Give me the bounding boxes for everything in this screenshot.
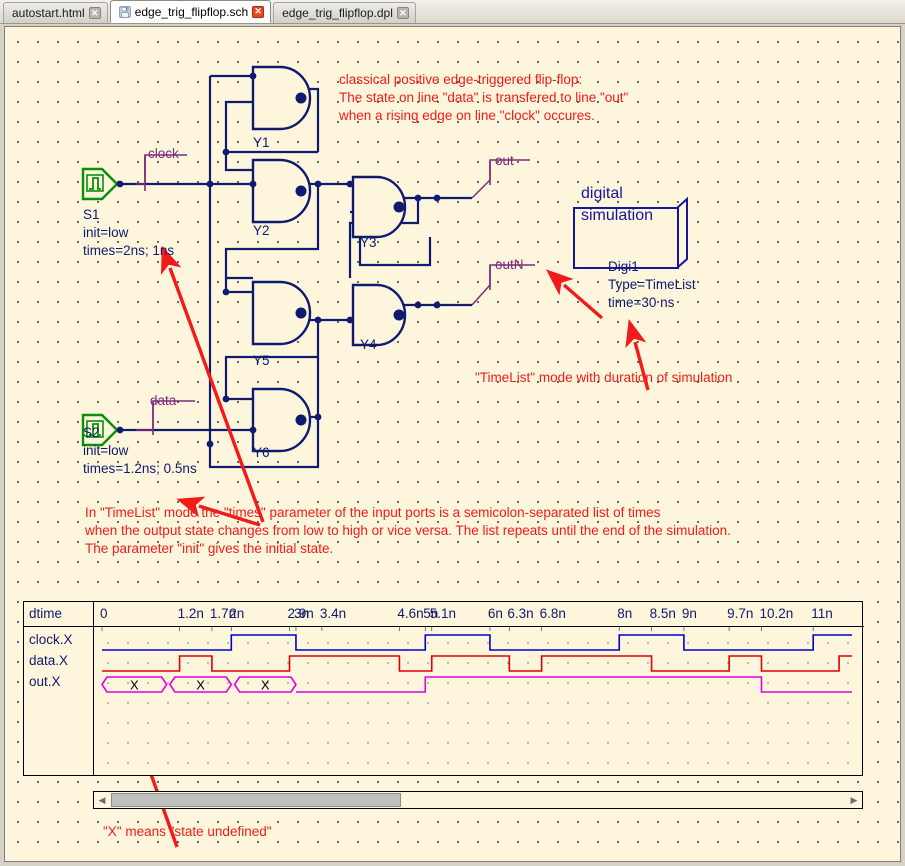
- time-tick-label: 4.6n: [397, 606, 424, 621]
- sim-block-type[interactable]: Type=TimeList: [608, 277, 696, 293]
- annotation-times-line3: The parameter "init" gives the initial s…: [85, 541, 334, 556]
- waveform-header: dtime 0 1.2n 1.7n 2n 2.9n 3n 3.4n 4.6n 5n 5.1n 6n 6…: [24, 602, 864, 627]
- tab-bar: autostart.html ✕ edge_trig_flipflop.sch …: [0, 0, 905, 24]
- scrollbar-track[interactable]: [401, 792, 846, 808]
- time-tick-label: 1.2n: [177, 606, 204, 621]
- arrow-to-times-s1: [160, 245, 265, 523]
- tab-label: edge_trig_flipflop.sch: [134, 4, 249, 19]
- waveform-body: clock.X data.X out.X X X X: [24, 627, 864, 775]
- source-times-s2[interactable]: times=1.2ns; 0.5ns: [83, 461, 197, 477]
- wire-label-leaders: [136, 154, 535, 431]
- source-id-s2[interactable]: S2: [83, 425, 100, 441]
- waveform-plot-area[interactable]: XXX: [94, 627, 864, 775]
- application-window: autostart.html ✕ edge_trig_flipflop.sch …: [0, 0, 905, 866]
- undefined-state-marker: X: [196, 678, 205, 693]
- wire-label-data[interactable]: data: [150, 393, 176, 409]
- wire-label-outn[interactable]: outN: [495, 257, 524, 273]
- scroll-left-icon[interactable]: ◀: [94, 792, 110, 808]
- wire-junctions: [206, 72, 441, 448]
- annotation-x-meaning: "X" means "state undefined": [103, 824, 272, 839]
- time-tick-label: 11n: [811, 606, 833, 621]
- waveform-header-label: dtime: [29, 606, 63, 621]
- waveform-trace-data-x: [102, 655, 852, 672]
- arrow-to-type-timelist: [546, 269, 604, 320]
- gate-label-y4[interactable]: Y4: [360, 337, 377, 353]
- source-init-s1[interactable]: init=low: [83, 225, 128, 241]
- source-times-s1[interactable]: times=2ns; 1ns: [83, 243, 174, 259]
- waveform-time-axis: 0 1.2n 1.7n 2n 2.9n 3n 3.4n 4.6n 5n 5.1n 6n 6.3n 6.8…: [94, 602, 864, 626]
- annotation-title-line2: The state on line "data" is transfered t…: [339, 90, 629, 105]
- waveform-horizontal-scrollbar[interactable]: ◀ ▶: [93, 791, 863, 809]
- gate-label-y2[interactable]: Y2: [253, 223, 270, 239]
- source-id-s1[interactable]: S1: [83, 207, 100, 223]
- source-symbol-s1: [81, 167, 124, 201]
- gate-label-y1[interactable]: Y1: [253, 135, 270, 151]
- time-tick-label: 5.1n: [429, 606, 457, 621]
- waveform-traces: XXX: [101, 627, 852, 693]
- time-tick-label: 6.8n: [539, 606, 566, 621]
- waveform-header-namecol: dtime: [24, 602, 94, 626]
- time-tick-label: 9n: [681, 606, 697, 621]
- tab-label: edge_trig_flipflop.dpl: [282, 6, 393, 20]
- time-tick-label: 3.4n: [319, 606, 347, 621]
- gate-label-y6[interactable]: Y6: [253, 445, 270, 461]
- time-tick-label: 10.2n: [759, 606, 794, 621]
- annotation-title-line1: classical positive edge-triggered flip-f…: [339, 72, 583, 87]
- close-icon[interactable]: ✕: [88, 7, 101, 19]
- source-init-s2[interactable]: init=low: [83, 443, 128, 459]
- tab-autostart-html[interactable]: autostart.html ✕: [3, 2, 108, 23]
- time-tick-label: 9.7n: [727, 606, 754, 621]
- annotation-times-line2: when the output state changes from low t…: [85, 523, 731, 538]
- scrollbar-thumb[interactable]: [111, 793, 401, 807]
- annotation-times-line1: In "TimeList" mode the "times" parameter…: [85, 505, 661, 520]
- time-tick-label: 8.5n: [649, 606, 676, 621]
- waveform-row-label-clock: clock.X: [29, 632, 73, 647]
- waveform-row-label-out: out.X: [29, 674, 61, 689]
- tab-edge-trig-flipflop-dpl[interactable]: edge_trig_flipflop.dpl ✕: [273, 2, 416, 23]
- waveform-trace-out-x: [295, 676, 852, 693]
- waveform-row-labels: clock.X data.X out.X: [24, 627, 94, 775]
- schematic-canvas[interactable]: classical positive edge-triggered flip-f…: [4, 26, 901, 862]
- tab-edge-trig-flipflop-sch[interactable]: edge_trig_flipflop.sch ✕: [109, 0, 272, 23]
- time-tick-label: 6n: [487, 606, 503, 621]
- tab-label: autostart.html: [12, 6, 85, 20]
- gate-label-y5[interactable]: Y5: [253, 353, 270, 369]
- undefined-state-marker: X: [261, 678, 270, 693]
- time-tick-label: 6.3n: [507, 606, 534, 621]
- time-tick-label: 3n: [293, 606, 309, 621]
- time-tick-label: 0: [100, 606, 108, 621]
- annotation-timelist: "TimeList" mode with duration of simulat…: [475, 370, 733, 385]
- sim-block-line2: simulation: [581, 207, 654, 224]
- gate-label-y3[interactable]: Y3: [360, 235, 377, 251]
- nand-gates: [251, 65, 407, 453]
- time-tick-label: 8n: [617, 606, 633, 621]
- wire-label-clock[interactable]: clock: [148, 146, 179, 162]
- annotation-title-line3: when a rising edge on line "clock" occur…: [339, 108, 595, 123]
- close-icon[interactable]: ✕: [396, 7, 409, 19]
- undefined-state-marker: X: [130, 678, 139, 693]
- waveform-panel[interactable]: dtime 0 1.2n 1.7n 2n 2.9n 3n 3.4n 4.6n 5n 5.1n 6n 6…: [23, 601, 864, 776]
- sim-block-line1: digital: [581, 185, 623, 202]
- close-icon[interactable]: ✕: [252, 5, 265, 18]
- time-tick-label: 2n: [229, 606, 245, 621]
- wire-label-out[interactable]: out: [495, 153, 514, 169]
- scroll-right-icon[interactable]: ▶: [846, 792, 862, 808]
- waveform-trace-clock-x: [102, 634, 852, 651]
- save-icon: [119, 5, 131, 18]
- sim-block-time[interactable]: time=30 ns: [608, 295, 674, 311]
- waveform-row-label-data: data.X: [29, 653, 69, 668]
- sim-block-id[interactable]: Digi1: [608, 259, 639, 275]
